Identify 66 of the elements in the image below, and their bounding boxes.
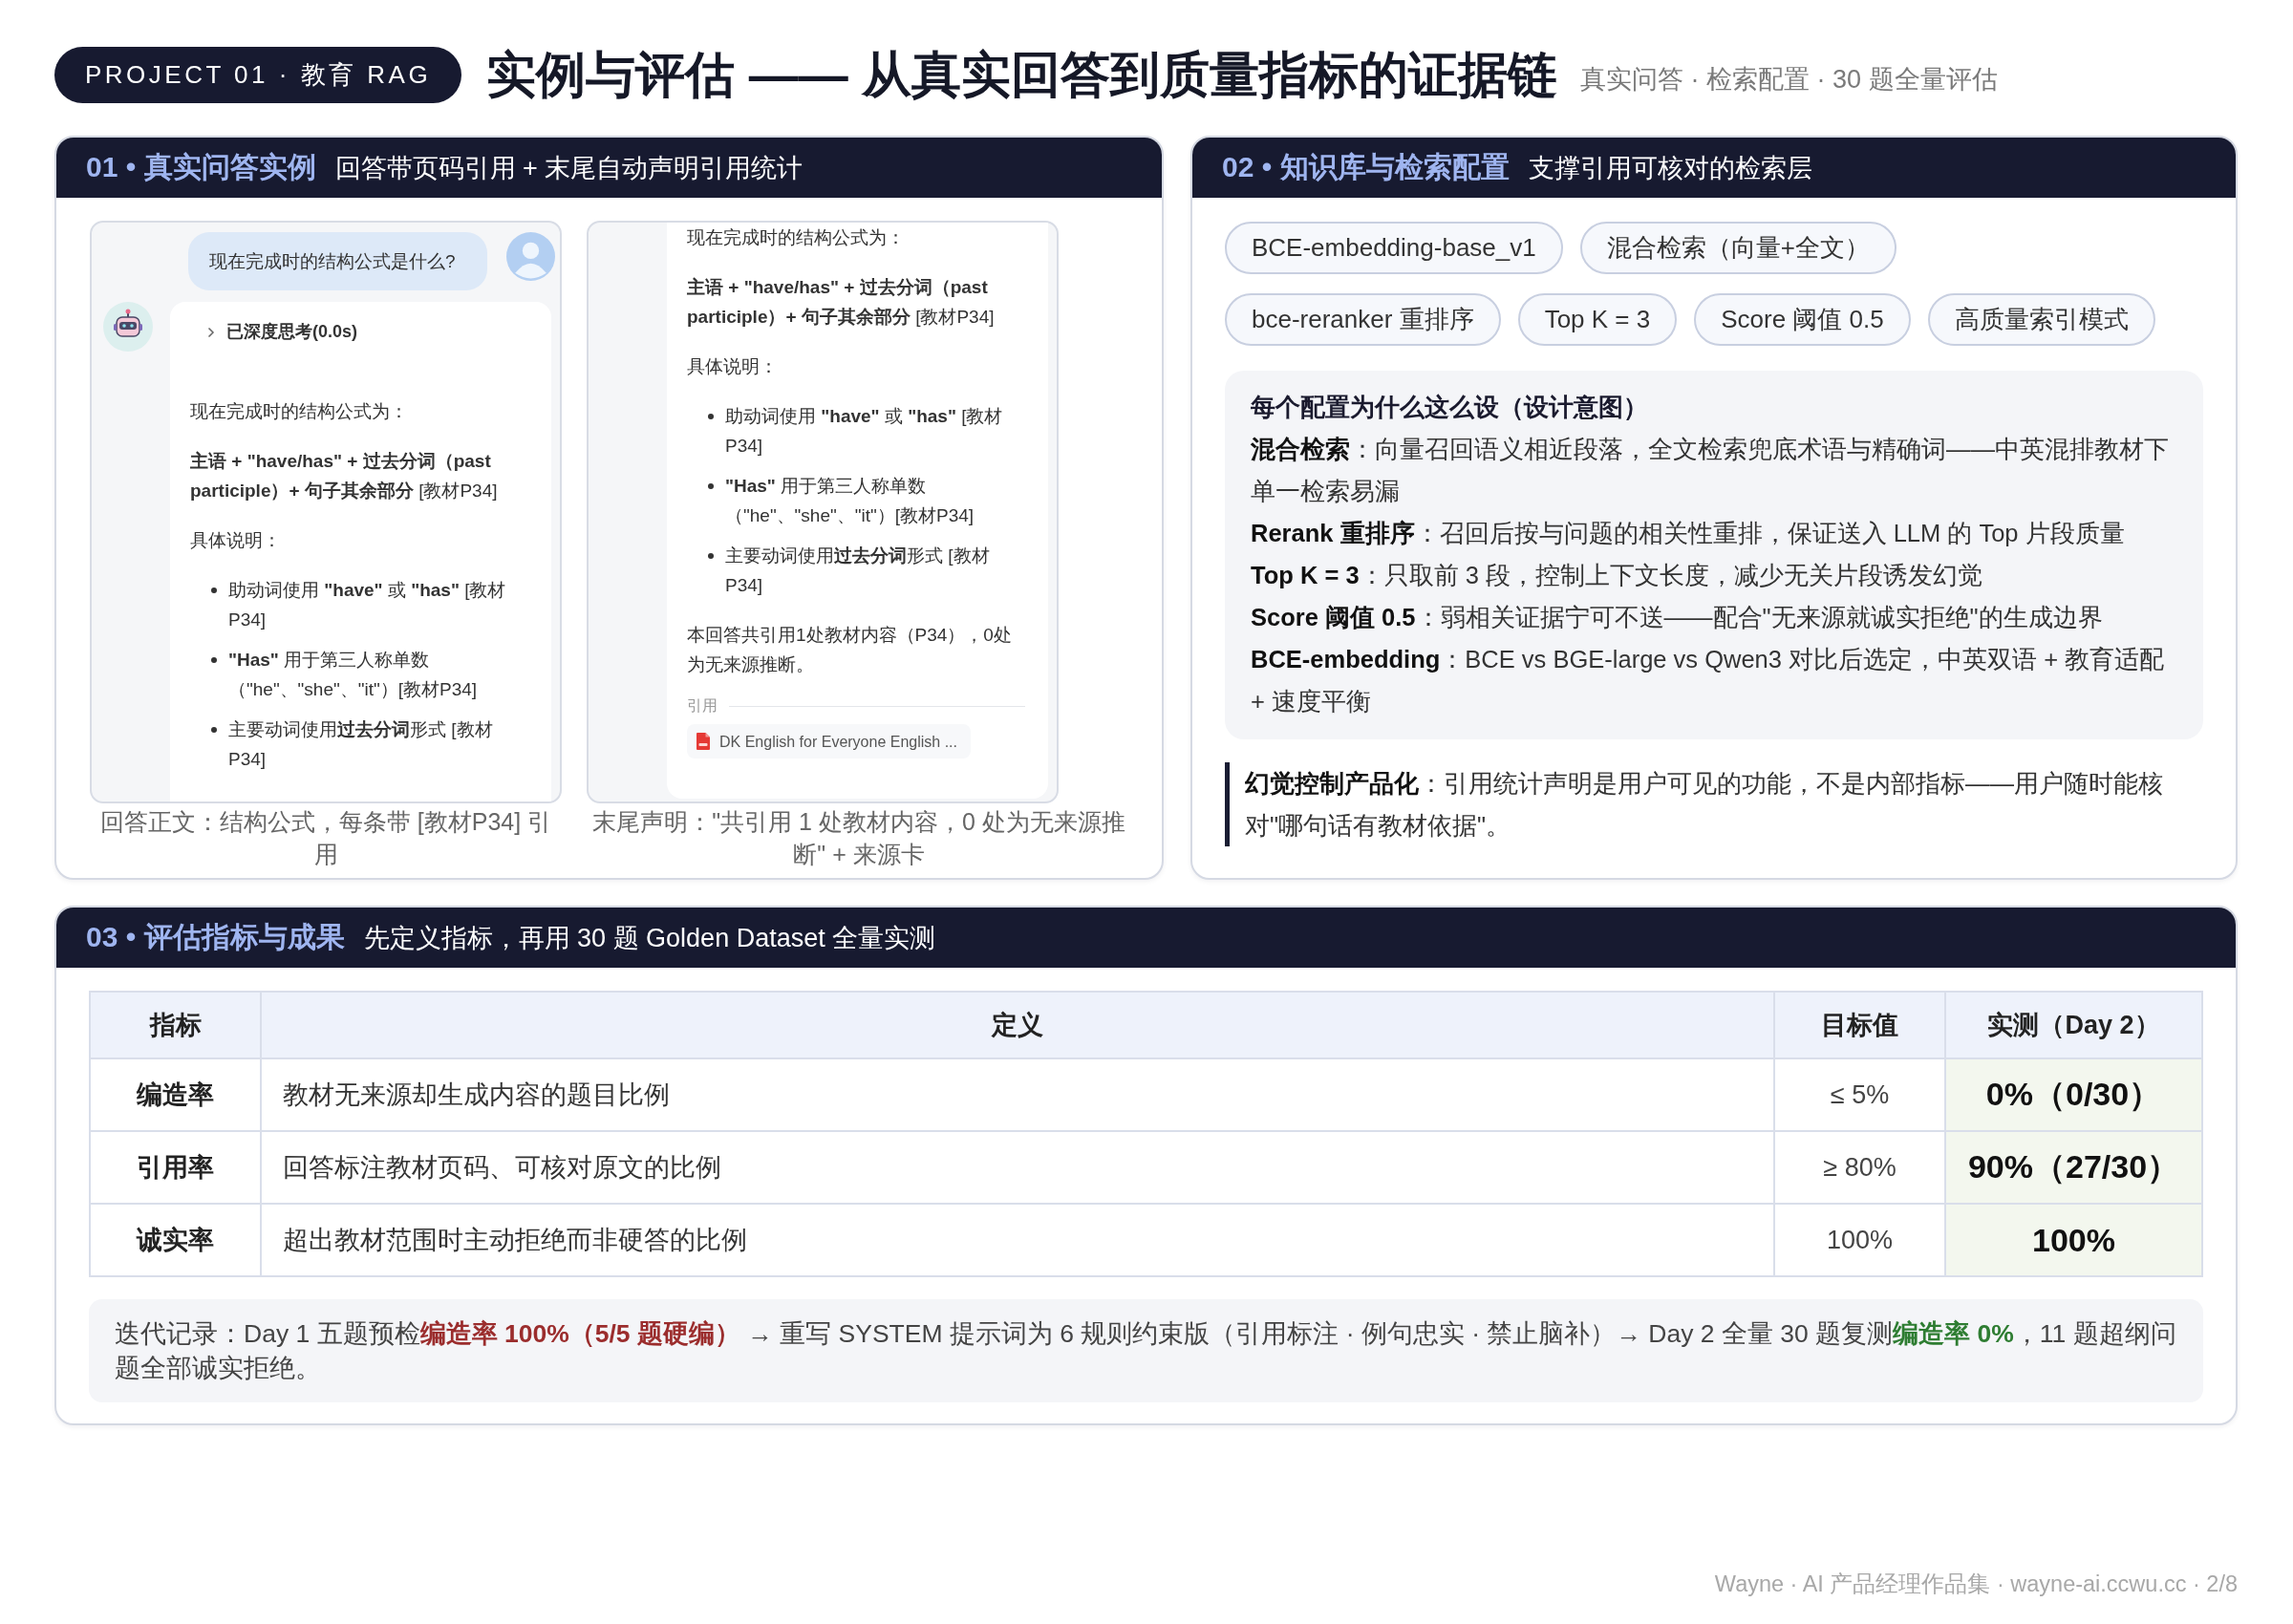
design-note: Top K = 3：只取前 3 段，控制上下文长度，减少无关片段诱发幻觉 bbox=[1251, 561, 1983, 590]
answer-paragraph: 具体说明： bbox=[190, 529, 282, 552]
list-item-text: 主要动词使用过去分词形式 [教材P34] bbox=[725, 545, 991, 597]
bullet-icon bbox=[211, 587, 217, 593]
user-avatar-icon bbox=[506, 232, 555, 281]
page-subtitle: 真实问答 · 检索配置 · 30 题全量评估 bbox=[1580, 63, 1998, 96]
table-cell: 0%（0/30） bbox=[1945, 1058, 2202, 1131]
answer-paragraph: 具体说明： bbox=[687, 355, 779, 378]
table-header-cell: 指标 bbox=[90, 992, 261, 1058]
screenshot-caption: 回答正文：结构公式，每条带 [教材P34] 引用 bbox=[98, 807, 553, 869]
bullet-icon bbox=[708, 413, 714, 419]
design-note: Score 阈值 0.5：弱相关证据宁可不送——配合"无来源就诚实拒绝"的生成边界 bbox=[1251, 603, 2104, 632]
answer-paragraph: 主语 + "have/has" + 过去分词（past participle）+ 句子其余部分 [教材P34] bbox=[190, 450, 499, 502]
config-tag: 高质量索引模式 bbox=[1927, 293, 2155, 346]
answer-paragraph: 主语 + "have/has" + 过去分词（past participle）+ 句子其余部分 [教材P34] bbox=[687, 276, 996, 329]
answer-paragraph: 现在完成时的结构公式为： bbox=[190, 400, 409, 423]
table-cell: 教材无来源却生成内容的题目比例 bbox=[261, 1058, 1774, 1131]
section-subtitle: 支撑引用可核对的检索层 bbox=[1528, 152, 1812, 184]
list-item-text: 助动词使用 "have" 或 "has" [教材P34] bbox=[228, 579, 507, 631]
table-cell: 引用率 bbox=[90, 1131, 261, 1204]
project-badge: PROJECT 01 · 教育 RAG bbox=[54, 47, 462, 103]
design-note: Rerank 重排序：召回后按与问题的相关性重排，保证送入 LLM 的 Top 片段质量 bbox=[1251, 519, 2126, 548]
question-bubble: 现在完成时的结构公式是什么? bbox=[188, 232, 487, 290]
table-header-cell: 目标值 bbox=[1774, 992, 1945, 1058]
config-tag: bce-reranker 重排序 bbox=[1225, 293, 1501, 346]
answer-paragraph: 本回答共引用1处教材内容（P34），0处为无来源推断。 bbox=[687, 624, 1013, 676]
table-cell: 编造率 bbox=[90, 1058, 261, 1131]
section-heading: 01 • 真实问答实例 bbox=[86, 150, 316, 184]
table-cell: 超出教材范围时主动拒绝而非硬答的比例 bbox=[261, 1204, 1774, 1276]
config-tag: Score 阈值 0.5 bbox=[1694, 293, 1911, 346]
config-tag: BCE-embedding-base_v1 bbox=[1225, 222, 1563, 274]
thinking-toggle[interactable]: 已深度思考(0.0s) bbox=[190, 317, 358, 347]
list-item-text: 主要动词使用过去分词形式 [教材P34] bbox=[228, 718, 494, 771]
config-tag: 混合检索（向量+全文） bbox=[1579, 222, 1897, 274]
list-item-text: "Has" 用于第三人称单数（"he"、"she"、"it"）[教材P34] bbox=[725, 475, 975, 527]
section-heading: 03 • 评估指标与成果 bbox=[86, 920, 345, 954]
design-notes-title: 每个配置为什么这么设（设计意图） bbox=[1251, 392, 1649, 423]
table-cell: 100% bbox=[1945, 1204, 2202, 1276]
page-title: 实例与评估 —— 从真实回答到质量指标的证据链 bbox=[486, 45, 1558, 104]
design-note: 混合检索：向量召回语义相近段落，全文检索兜底术语与精确词——中英混排教材下单一检索易漏 bbox=[1251, 435, 2170, 506]
table-cell: 90%（27/30） bbox=[1945, 1131, 2202, 1204]
robot-avatar-icon bbox=[103, 302, 153, 352]
section-subtitle: 先定义指标，再用 30 题 Golden Dataset 全量实测 bbox=[363, 922, 936, 954]
iteration-note: 迭代记录：Day 1 五题预检编造率 100%（5/5 题硬编） → 重写 SYSTEM 提示词为 6 规则约束版（引用标注 · 例句忠实 · 禁止脑补）→ Day 2 全量 30 题复测编造率 0%，11 题超纲问题全部诚实拒绝。 bbox=[89, 1299, 2203, 1402]
citations-label: 引用 bbox=[687, 696, 718, 716]
table-header-cell: 实测（Day 2） bbox=[1945, 992, 2202, 1058]
list-item-text: "Has" 用于第三人称单数（"he"、"she"、"it"）[教材P34] bbox=[228, 649, 479, 701]
table-cell: 诚实率 bbox=[90, 1204, 261, 1276]
list-item-text: 助动词使用 "have" 或 "has" [教材P34] bbox=[725, 405, 1004, 458]
section-subtitle: 回答带页码引用 + 末尾自动声明引用统计 bbox=[334, 152, 804, 184]
table-header-cell: 定义 bbox=[261, 992, 1774, 1058]
answer-paragraph: 现在完成时的结构公式为： bbox=[687, 226, 906, 249]
callout-note: 幻觉控制产品化：引用统计声明是用户可见的功能，不是内部指标——用户随时能核对"哪句话有教材依据"。 bbox=[1225, 762, 2203, 846]
source-card[interactable]: DK English for Everyone English ... bbox=[687, 724, 971, 759]
chevron-icon bbox=[207, 326, 215, 338]
pdf-file-icon bbox=[696, 733, 710, 750]
section-heading: 02 • 知识库与检索配置 bbox=[1222, 150, 1510, 184]
bullet-icon bbox=[708, 482, 714, 489]
config-tag: Top K = 3 bbox=[1517, 293, 1678, 346]
table-cell: 回答标注教材页码、可核对原文的比例 bbox=[261, 1131, 1774, 1204]
footer-text: Wayne · AI 产品经理作品集 · wayne-ai.ccwu.cc · 2/8 bbox=[1713, 1571, 2238, 1598]
screenshot-caption: 末尾声明："共引用 1 处教材内容，0 处为无来源推断" + 来源卡 bbox=[591, 807, 1126, 869]
bullet-icon bbox=[211, 656, 217, 663]
design-note: BCE-embedding：BCE vs BGE-large vs Qwen3 对比后选定，中英双语 + 教育适配 + 速度平衡 bbox=[1251, 645, 2166, 716]
bullet-icon bbox=[211, 726, 217, 733]
bullet-icon bbox=[708, 552, 714, 559]
